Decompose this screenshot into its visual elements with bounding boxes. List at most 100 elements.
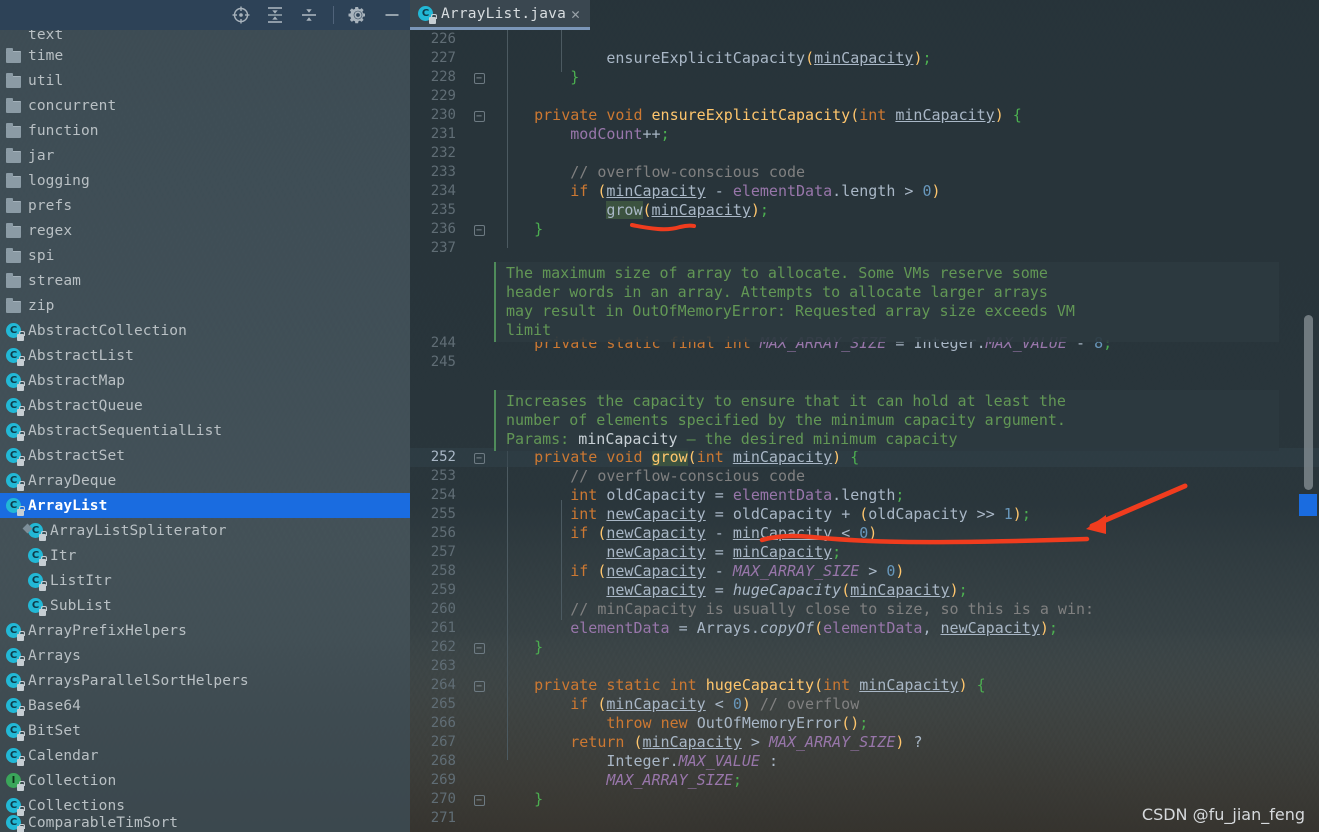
tree-item-arraydeque[interactable]: C ArrayDeque bbox=[0, 468, 410, 493]
class-icon: C bbox=[6, 347, 25, 366]
code-line[interactable]: 266 throw new OutOfMemoryError(); bbox=[410, 714, 1319, 733]
line-number: 252 bbox=[430, 449, 456, 465]
tree-item-text[interactable]: text bbox=[0, 30, 410, 43]
code-text: private void ensureExplicitCapacity(int … bbox=[534, 106, 1022, 124]
code-line[interactable]: 261 elementData = Arrays.copyOf(elementD… bbox=[410, 619, 1319, 638]
tree-item-jar[interactable]: jar bbox=[0, 143, 410, 168]
folder-icon bbox=[6, 222, 22, 239]
code-line[interactable]: 231 modCount++; bbox=[410, 125, 1319, 144]
code-line[interactable]: 245 bbox=[410, 353, 1319, 372]
code-text: // overflow-conscious code bbox=[570, 163, 806, 181]
tree-item-abstractset[interactable]: C AbstractSet bbox=[0, 443, 410, 468]
class-icon: C bbox=[6, 697, 25, 716]
tree-item-abstractsequentiallist[interactable]: C AbstractSequentialList bbox=[0, 418, 410, 443]
expand-all-icon[interactable] bbox=[265, 5, 285, 25]
tree-item-concurrent[interactable]: concurrent bbox=[0, 93, 410, 118]
code-line[interactable]: 260 // minCapacity is usually close to s… bbox=[410, 600, 1319, 619]
code-line[interactable]: 235 grow(minCapacity); bbox=[410, 201, 1319, 220]
project-toolbar bbox=[0, 0, 410, 30]
folder-icon bbox=[6, 247, 22, 264]
tree-item-comparabletimsort[interactable]: C ComparableTimSort bbox=[0, 815, 410, 832]
code-line[interactable]: 230− private void ensureExplicitCapacity… bbox=[410, 106, 1319, 125]
tree-item-itr[interactable]: C Itr bbox=[0, 543, 410, 568]
code-line[interactable] bbox=[410, 372, 1319, 391]
code-line[interactable]: 257 newCapacity = minCapacity; bbox=[410, 543, 1319, 562]
code-line[interactable]: 227 ensureExplicitCapacity(minCapacity); bbox=[410, 49, 1319, 68]
tree-item-logging[interactable]: logging bbox=[0, 168, 410, 193]
tree-item-zip[interactable]: zip bbox=[0, 293, 410, 318]
tree-item-arraysparallelsorthelpers[interactable]: C ArraysParallelSortHelpers bbox=[0, 668, 410, 693]
tree-item-abstractlist[interactable]: C AbstractList bbox=[0, 343, 410, 368]
code-line[interactable]: 253 // overflow-conscious code bbox=[410, 467, 1319, 486]
fold-marker[interactable]: − bbox=[466, 448, 492, 467]
code-line[interactable]: 254 int oldCapacity = elementData.length… bbox=[410, 486, 1319, 505]
tree-item-abstractmap[interactable]: C AbstractMap bbox=[0, 368, 410, 393]
code-line[interactable]: 263 bbox=[410, 657, 1319, 676]
code-editor[interactable]: C ArrayList.java ✕ 226 227 ensureExplicit… bbox=[410, 0, 1319, 832]
code-text: return (minCapacity > MAX_ARRAY_SIZE) ? bbox=[570, 733, 923, 751]
tree-item-bitset[interactable]: C BitSet bbox=[0, 718, 410, 743]
code-line[interactable]: 256 if (newCapacity - minCapacity < 0) bbox=[410, 524, 1319, 543]
code-line[interactable]: 237 bbox=[410, 239, 1319, 258]
tree-item-arraylistspliterator[interactable]: C ArrayListSpliterator bbox=[0, 518, 410, 543]
tree-item-label: AbstractMap bbox=[28, 372, 126, 389]
tree-item-arrays[interactable]: C Arrays bbox=[0, 643, 410, 668]
tree-item-prefs[interactable]: prefs bbox=[0, 193, 410, 218]
close-icon[interactable]: ✕ bbox=[569, 5, 582, 23]
code-line[interactable]: 258 if (newCapacity - MAX_ARRAY_SIZE > 0… bbox=[410, 562, 1319, 581]
tree-item-arrayprefixhelpers[interactable]: C ArrayPrefixHelpers bbox=[0, 618, 410, 643]
code-line[interactable]: 233 // overflow-conscious code bbox=[410, 163, 1319, 182]
tree-item-collection[interactable]: I Collection bbox=[0, 768, 410, 793]
code-text: grow(minCapacity); bbox=[606, 201, 769, 219]
code-line[interactable]: 234 if (minCapacity - elementData.length… bbox=[410, 182, 1319, 201]
fold-marker[interactable]: − bbox=[466, 68, 492, 87]
code-line[interactable]: 267 return (minCapacity > MAX_ARRAY_SIZE… bbox=[410, 733, 1319, 752]
tree-item-regex[interactable]: regex bbox=[0, 218, 410, 243]
tree-item-time[interactable]: time bbox=[0, 43, 410, 68]
code-line[interactable]: 259 newCapacity = hugeCapacity(minCapaci… bbox=[410, 581, 1319, 600]
code-line[interactable]: 229 bbox=[410, 87, 1319, 106]
fold-marker[interactable]: − bbox=[466, 638, 492, 657]
toolbar-separator bbox=[333, 6, 334, 24]
code-line[interactable]: 226 bbox=[410, 30, 1319, 49]
tree-item-sublist[interactable]: C SubList bbox=[0, 593, 410, 618]
tree-item-stream[interactable]: stream bbox=[0, 268, 410, 293]
project-tree-panel[interactable]: text time util concurrent function jar logging… bbox=[0, 30, 410, 832]
fold-marker[interactable]: − bbox=[466, 790, 492, 809]
gear-icon[interactable] bbox=[348, 5, 368, 25]
tree-item-spi[interactable]: spi bbox=[0, 243, 410, 268]
tree-item-arraylist[interactable]: C ArrayList bbox=[0, 493, 410, 518]
collapse-all-icon[interactable] bbox=[299, 5, 319, 25]
code-line[interactable]: 262− } bbox=[410, 638, 1319, 657]
code-line[interactable]: 269 MAX_ARRAY_SIZE; bbox=[410, 771, 1319, 790]
tree-item-base64[interactable]: C Base64 bbox=[0, 693, 410, 718]
tree-item-label: stream bbox=[28, 272, 81, 289]
doc-line-1: Increases the capacity to ensure that it… bbox=[506, 392, 1066, 410]
fold-marker[interactable]: − bbox=[466, 106, 492, 125]
tab-arraylist-java[interactable]: C ArrayList.java ✕ bbox=[410, 0, 590, 30]
tree-item-function[interactable]: function bbox=[0, 118, 410, 143]
class-icon: C bbox=[6, 497, 25, 516]
doc-line-2: number of elements specified by the mini… bbox=[506, 411, 1066, 429]
locate-icon[interactable] bbox=[231, 5, 251, 25]
code-line[interactable]: 265 if (minCapacity < 0) // overflow bbox=[410, 695, 1319, 714]
fold-marker[interactable]: − bbox=[466, 220, 492, 239]
code-line[interactable]: 228− } bbox=[410, 68, 1319, 87]
class-icon: C bbox=[6, 647, 25, 666]
code-line[interactable]: 236− } bbox=[410, 220, 1319, 239]
tree-item-abstractqueue[interactable]: C AbstractQueue bbox=[0, 393, 410, 418]
tree-item-listitr[interactable]: C ListItr bbox=[0, 568, 410, 593]
tree-item-util[interactable]: util bbox=[0, 68, 410, 93]
code-line[interactable]: 264− private static int hugeCapacity(int… bbox=[410, 676, 1319, 695]
tree-item-label: ArrayDeque bbox=[28, 472, 117, 489]
sidebar-scrollbar-thumb[interactable] bbox=[1304, 315, 1313, 490]
code-line[interactable]: 232 bbox=[410, 144, 1319, 163]
minimize-icon[interactable] bbox=[382, 5, 402, 25]
folder-icon bbox=[6, 97, 22, 114]
fold-marker[interactable]: − bbox=[466, 676, 492, 695]
tree-item-calendar[interactable]: C Calendar bbox=[0, 743, 410, 768]
tree-item-abstractcollection[interactable]: C AbstractCollection bbox=[0, 318, 410, 343]
code-line[interactable]: 268 Integer.MAX_VALUE : bbox=[410, 752, 1319, 771]
code-line[interactable]: 255 int newCapacity = oldCapacity + (old… bbox=[410, 505, 1319, 524]
editor-tab-bar: C ArrayList.java ✕ bbox=[410, 0, 1319, 30]
